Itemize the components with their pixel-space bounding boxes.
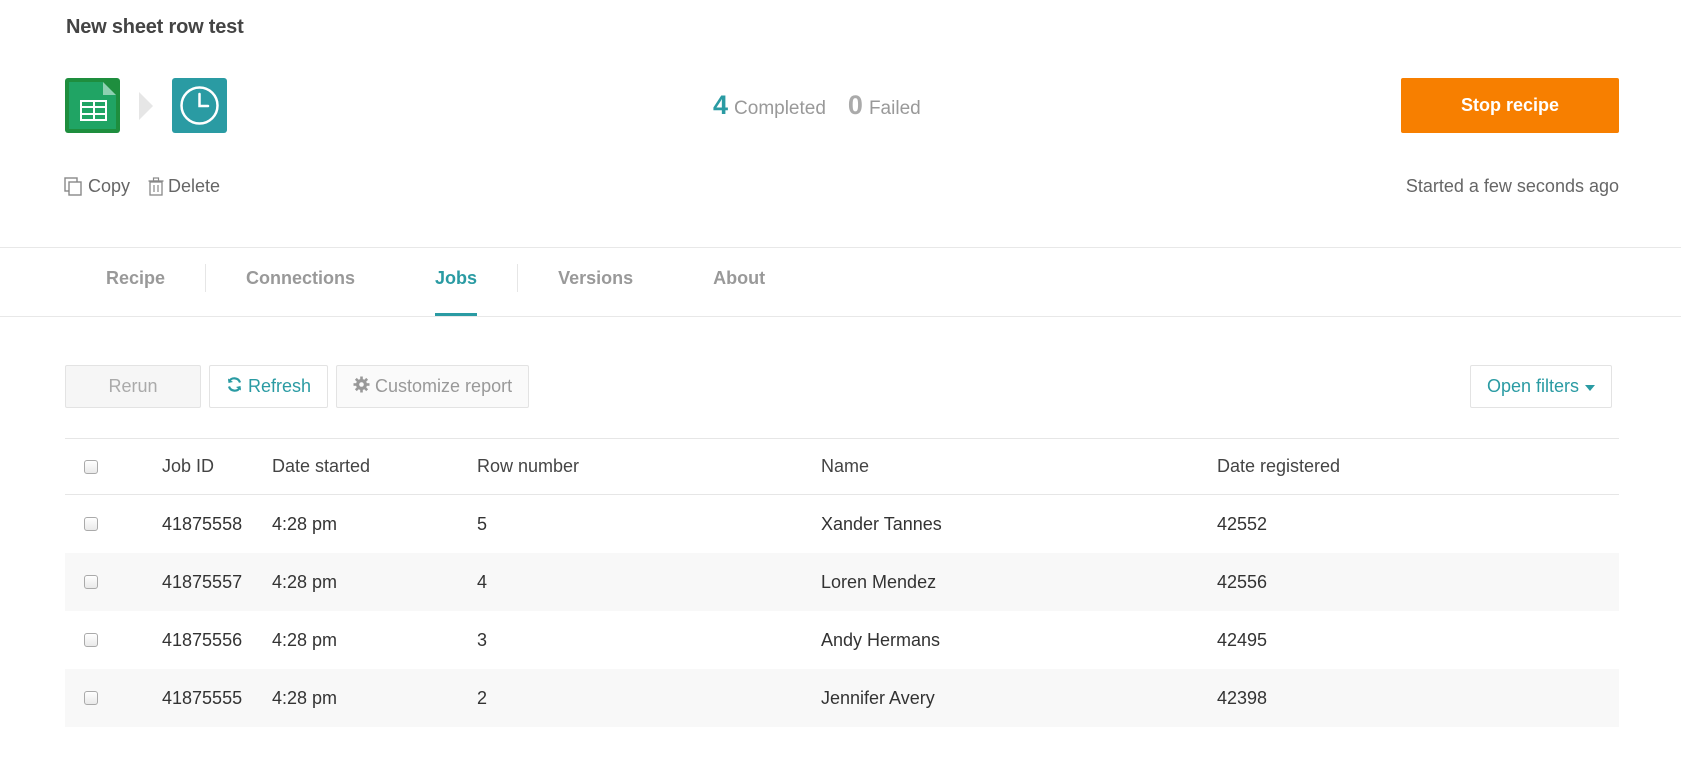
recipe-tabs: Recipe Connections Jobs Versions About xyxy=(66,248,805,316)
tab-versions[interactable]: Versions xyxy=(518,248,673,316)
date-registered-cell: 42398 xyxy=(1217,687,1268,708)
column-header-date-registered[interactable]: Date registered xyxy=(1217,456,1619,477)
row-checkbox[interactable] xyxy=(84,575,98,589)
open-filters-label: Open filters xyxy=(1486,376,1579,396)
copy-icon xyxy=(64,176,84,197)
refresh-button[interactable]: Refresh xyxy=(209,365,329,408)
customize-report-button[interactable]: Customize report xyxy=(336,365,530,408)
row-number-cell: 3 xyxy=(477,629,488,650)
completed-count[interactable]: 4 xyxy=(713,90,728,121)
date-registered-cell: 42556 xyxy=(1217,571,1268,592)
jobs-toolbar: Rerun Refresh Customize report xyxy=(65,365,530,408)
name-cell: Jennifer Avery xyxy=(821,687,935,708)
caret-down-icon xyxy=(1585,384,1595,391)
failed-count[interactable]: 0 xyxy=(848,90,863,121)
tab-recipe[interactable]: Recipe xyxy=(66,248,205,316)
jobs-table: Job ID Date started Row number Name Date… xyxy=(65,438,1619,727)
recipe-actions: Copy Delete xyxy=(64,176,220,197)
row-number-cell: 2 xyxy=(477,687,488,708)
row-checkbox[interactable] xyxy=(84,691,98,705)
customize-report-label: Customize report xyxy=(375,376,513,396)
open-filters-button[interactable]: Open filters xyxy=(1469,365,1612,408)
date-registered-cell: 42495 xyxy=(1217,629,1268,650)
tab-jobs[interactable]: Jobs xyxy=(395,248,517,316)
table-row[interactable]: 41875555 4:28 pm 2 Jennifer Avery 42398 xyxy=(65,669,1619,727)
rerun-button[interactable]: Rerun xyxy=(65,365,201,408)
date-started-cell: 4:28 pm xyxy=(272,571,338,592)
date-started-cell: 4:28 pm xyxy=(272,629,338,650)
page-title: New sheet row test xyxy=(66,16,244,38)
row-number-cell: 5 xyxy=(477,513,488,534)
stop-recipe-button[interactable]: Stop recipe xyxy=(1401,78,1619,133)
name-cell: Xander Tannes xyxy=(821,513,942,534)
table-row[interactable]: 41875558 4:28 pm 5 Xander Tannes 42552 xyxy=(65,495,1619,553)
refresh-icon xyxy=(226,376,243,398)
column-header-name[interactable]: Name xyxy=(821,456,1217,477)
delete-button[interactable]: Delete xyxy=(148,176,220,197)
failed-label: Failed xyxy=(868,98,921,119)
job-id-cell[interactable]: 41875557 xyxy=(162,572,272,593)
delete-label: Delete xyxy=(168,176,221,196)
refresh-label: Refresh xyxy=(248,376,312,396)
table-row[interactable]: 41875557 4:28 pm 4 Loren Mendez 42556 xyxy=(65,553,1619,611)
job-id-cell[interactable]: 41875558 xyxy=(162,514,272,535)
name-cell: Andy Hermans xyxy=(821,629,941,650)
tabs-divider xyxy=(0,316,1681,317)
job-id-cell[interactable]: 41875556 xyxy=(162,630,272,651)
date-registered-cell: 42552 xyxy=(1217,513,1268,534)
date-started-cell: 4:28 pm xyxy=(272,513,338,534)
clock-icon[interactable] xyxy=(172,78,227,133)
tab-connections[interactable]: Connections xyxy=(206,248,395,316)
name-cell: Loren Mendez xyxy=(821,571,937,592)
table-row[interactable]: 41875556 4:28 pm 3 Andy Hermans 42495 xyxy=(65,611,1619,669)
select-all-checkbox[interactable] xyxy=(84,459,98,474)
completed-label: Completed xyxy=(734,98,826,119)
flow-arrow-icon xyxy=(139,92,153,120)
column-header-job-id[interactable]: Job ID xyxy=(162,456,272,477)
row-checkbox[interactable] xyxy=(84,517,98,531)
row-checkbox[interactable] xyxy=(84,633,98,647)
job-stats: 4 Completed 0 Failed xyxy=(713,90,921,121)
job-id-cell[interactable]: 41875555 xyxy=(162,688,272,709)
gear-icon xyxy=(353,376,370,398)
copy-button[interactable]: Copy xyxy=(64,176,130,197)
copy-label: Copy xyxy=(88,176,131,196)
row-number-cell: 4 xyxy=(477,571,488,592)
column-header-date-started[interactable]: Date started xyxy=(272,456,477,477)
google-sheets-icon[interactable] xyxy=(65,78,120,133)
tab-about[interactable]: About xyxy=(673,248,805,316)
column-header-row-number[interactable]: Row number xyxy=(477,456,821,477)
date-started-cell: 4:28 pm xyxy=(272,687,338,708)
trash-icon xyxy=(148,176,164,197)
rerun-label: Rerun xyxy=(108,376,158,396)
table-header-row: Job ID Date started Row number Name Date… xyxy=(65,439,1619,495)
started-status: Started a few seconds ago xyxy=(1405,176,1619,196)
